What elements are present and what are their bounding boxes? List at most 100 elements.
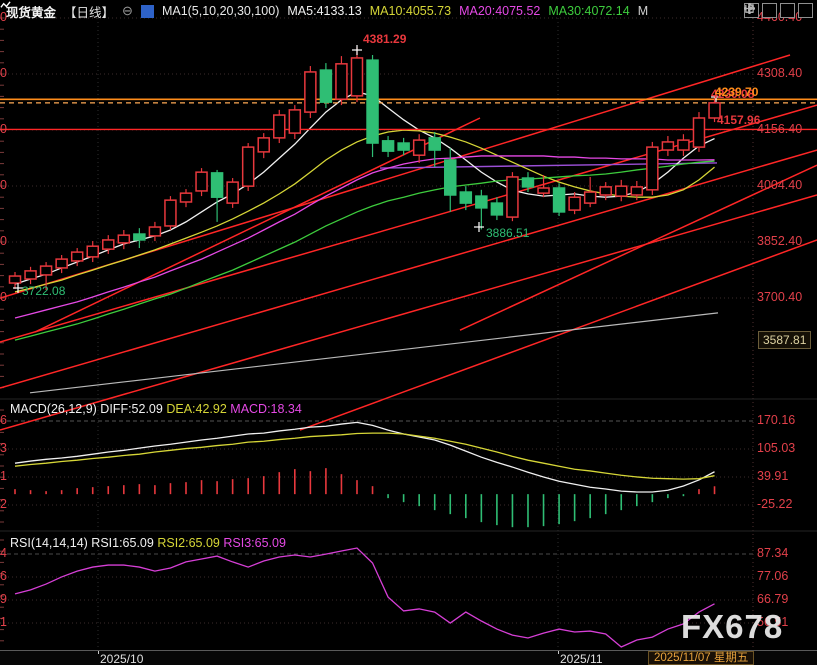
candle <box>491 203 502 215</box>
candle <box>103 240 114 249</box>
axis-scale-icon[interactable] <box>762 3 777 18</box>
axis-label-stub: 2 <box>0 497 9 511</box>
collapse-icon[interactable]: ⊖ <box>122 3 133 19</box>
candle <box>429 138 440 150</box>
candle-chart-icon[interactable] <box>141 5 154 18</box>
candle <box>165 200 176 226</box>
macd-diff-label: MACD(26,12,9) DIFF:52.09 <box>10 402 163 416</box>
candle <box>134 234 145 240</box>
candle <box>289 110 300 133</box>
axis-label-stub: 3 <box>0 441 9 455</box>
candle <box>398 143 409 150</box>
candle <box>56 259 67 268</box>
candle <box>149 227 160 236</box>
axis-label: 4156.40 <box>757 122 802 136</box>
axis-label-stub: 0 <box>0 234 9 248</box>
axis-label-stub: 0 <box>0 290 9 304</box>
ma-value-label: MA20:4075.52 <box>459 4 540 18</box>
candle <box>585 192 596 203</box>
rsi3-label: RSI3:65.09 <box>223 536 286 550</box>
rsi-line <box>15 548 715 647</box>
candle <box>367 60 378 143</box>
time-tick <box>98 651 99 654</box>
macd-header: MACD(26,12,9) DIFF:52.09 DEA:42.92 MACD:… <box>10 402 302 416</box>
price-level-value: 3587.81 <box>763 333 806 347</box>
candle <box>678 140 689 150</box>
price-level-box: 3587.81 <box>758 331 811 349</box>
exit-view-icon[interactable] <box>798 3 813 18</box>
axis-label: 4004.40 <box>757 178 802 192</box>
candle <box>305 72 316 112</box>
candle <box>118 235 129 243</box>
current-date-label[interactable]: 2025/11/07 星期五 <box>648 651 754 665</box>
axis-label-stub: 0 <box>0 178 9 192</box>
candle <box>41 266 52 275</box>
month-label-oct: 2025/10 <box>100 652 143 665</box>
price-marker-label: 3886.51 <box>486 226 529 240</box>
axis-label: 3852.40 <box>757 234 802 248</box>
price-marker-label: 4239.70 <box>715 85 758 99</box>
candle <box>538 188 549 193</box>
ma-settings-label: MA1(5,10,20,30,100) <box>162 4 279 18</box>
candle <box>616 186 627 196</box>
axis-label: 87.34 <box>757 546 788 560</box>
axis-label-stub: 0 <box>0 66 9 80</box>
candle <box>227 182 238 203</box>
macd-dea-line <box>15 433 715 479</box>
price-marker-label: 4381.29 <box>363 32 406 46</box>
axis-label-stub: 1 <box>0 469 9 483</box>
chart-canvas[interactable] <box>0 0 817 665</box>
price-marker-label: 3722.08 <box>22 284 65 298</box>
candle <box>25 271 36 279</box>
candle <box>522 178 533 187</box>
candle <box>569 197 580 210</box>
ma-value-label: MA30:4072.14 <box>548 4 629 18</box>
candle <box>693 118 704 147</box>
candle <box>243 147 254 186</box>
axis-label: -25.22 <box>757 497 792 511</box>
candle <box>212 173 223 197</box>
ma-values: MA5:4133.13MA10:4055.73MA20:4075.52MA30:… <box>287 4 656 18</box>
rsi1-label: RSI(14,14,14) RSI1:65.09 <box>10 536 154 550</box>
rsi-header: RSI(14,14,14) RSI1:65.09 RSI2:65.09 RSI3… <box>10 536 286 550</box>
timeframe-label[interactable]: 【日线】 <box>64 2 114 21</box>
ma-value-label: MA5:4133.13 <box>287 4 361 18</box>
candle <box>600 187 611 195</box>
candle <box>320 70 331 102</box>
axis-label-stub: 6 <box>0 413 9 427</box>
symbol-name: 现货黄金 <box>6 2 56 21</box>
candle <box>10 276 21 283</box>
axis-label-stub: 4 <box>0 546 9 560</box>
price-marker-label: 4157.96 <box>717 113 760 127</box>
chart-toolbar <box>744 3 813 18</box>
month-label-nov: 2025/11 <box>560 652 603 665</box>
trendline <box>300 240 817 430</box>
candle <box>258 138 269 152</box>
candle <box>414 140 425 155</box>
rsi2-label: RSI2:65.09 <box>157 536 220 550</box>
candle <box>460 192 471 203</box>
candle <box>383 141 394 151</box>
candle <box>476 196 487 208</box>
watermark: FX678 <box>681 608 783 646</box>
axis-label-stub: 6 <box>0 569 9 583</box>
axis-label-stub: 0 <box>0 122 9 136</box>
axis-label-stub: 1 <box>0 615 9 629</box>
axis-label: 39.91 <box>757 469 788 483</box>
trendline <box>0 195 817 430</box>
candle <box>180 193 191 202</box>
playback-icon[interactable] <box>780 3 795 18</box>
axis-label: 4308.40 <box>757 66 802 80</box>
candle <box>507 177 518 217</box>
candle <box>72 252 83 261</box>
time-axis: 2025/10 2025/11 2025/11/07 星期五 <box>0 650 817 665</box>
axis-label: 66.79 <box>757 592 788 606</box>
ma-value-label: M <box>638 4 648 18</box>
candle <box>351 58 362 96</box>
candle <box>445 160 456 195</box>
axis-label: 77.06 <box>757 569 788 583</box>
macd-dea-label: DEA:42.92 <box>166 402 226 416</box>
candle <box>196 172 207 191</box>
ma100-gray-line <box>30 313 718 393</box>
candle <box>631 187 642 195</box>
